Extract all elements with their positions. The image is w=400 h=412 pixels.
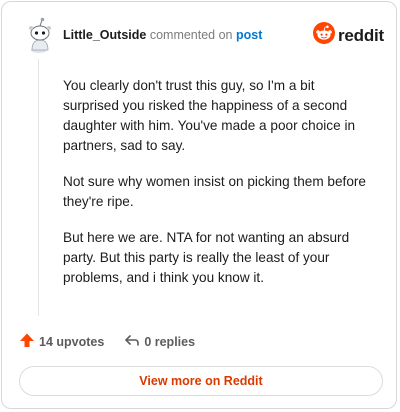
comment-paragraph: But here we are. NTA for not wanting an … [63,230,350,285]
comment-paragraph: Not sure why women insist on picking the… [63,174,366,209]
comment-body: You clearly don't trust this guy, so I'm… [63,76,373,304]
user-avatar-icon[interactable] [23,16,57,54]
embedded-comment-card: Little_Outside commented on post reddit … [1,1,397,409]
comment-stats: 14 upvotes 0 replies [19,332,195,351]
thread-line [38,59,39,316]
reddit-wordmark: reddit [338,25,385,45]
reply-arrow-icon [124,332,144,351]
post-link[interactable]: post [236,28,262,42]
comment-paragraph: You clearly don't trust this guy, so I'm… [63,78,356,153]
reddit-brand[interactable]: reddit [313,22,384,49]
replies-stat[interactable]: 0 replies [124,332,195,351]
comment-action-text: commented on [149,28,233,42]
upvotes-count: 14 upvotes [39,334,105,349]
upvotes-stat[interactable]: 14 upvotes [19,332,104,351]
comment-header: Little_Outside commented on post [63,28,262,42]
replies-count: 0 replies [144,334,196,349]
comment-author[interactable]: Little_Outside [63,28,146,42]
view-more-button[interactable]: View more on Reddit [19,366,383,396]
upvote-arrow-icon [19,332,39,351]
reddit-logo-icon [313,22,335,49]
